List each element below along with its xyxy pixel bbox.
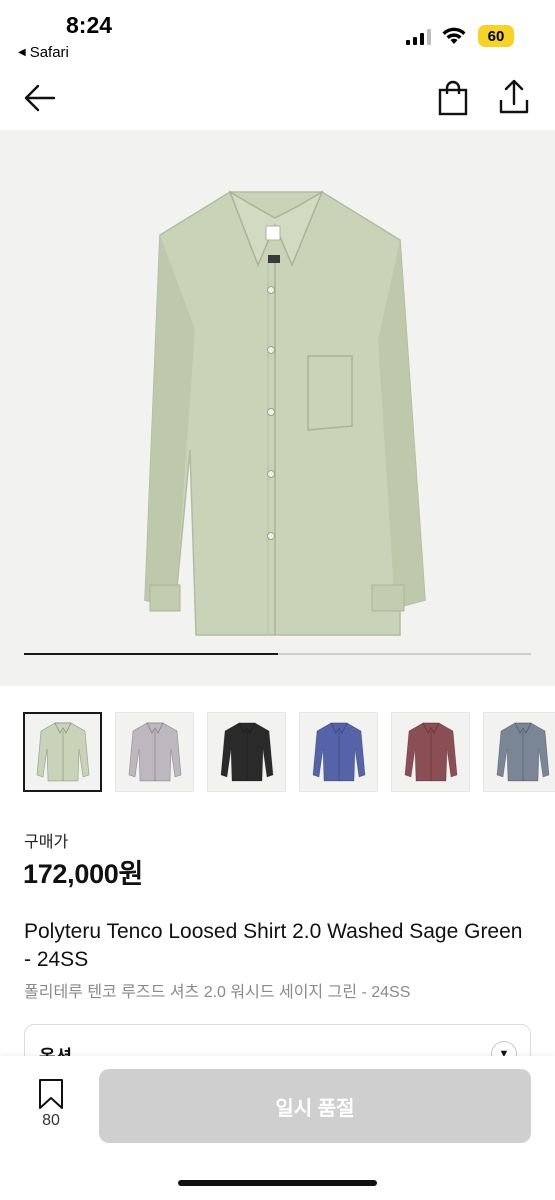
- battery-indicator: 60: [478, 25, 514, 47]
- color-thumbnail[interactable]: [483, 712, 555, 792]
- soldout-button[interactable]: 일시 품절: [99, 1069, 531, 1143]
- status-bar: 8:24 ◀ Safari 60: [0, 0, 555, 66]
- gallery-progress-bar: [24, 653, 531, 655]
- product-price: 172,000원: [23, 859, 144, 889]
- wifi-icon: [442, 27, 466, 44]
- gallery-progress-fill: [24, 653, 278, 655]
- shopping-bag-icon[interactable]: [436, 80, 470, 116]
- product-title-english: Polyteru Tenco Loosed Shirt 2.0 Washed S…: [24, 920, 523, 971]
- color-thumbnail-strip: [23, 712, 555, 792]
- arrow-left-icon[interactable]: [22, 80, 58, 116]
- top-nav-bar: [0, 66, 555, 130]
- color-thumbnail[interactable]: [23, 712, 102, 792]
- cellular-signal-icon: [406, 28, 431, 45]
- color-thumbnail[interactable]: [115, 712, 194, 792]
- color-thumbnail[interactable]: [299, 712, 378, 792]
- thumbnail-shirt-image: [496, 722, 549, 782]
- share-icon[interactable]: [497, 78, 531, 116]
- color-thumbnail[interactable]: [391, 712, 470, 792]
- product-main-image: [144, 190, 426, 636]
- color-thumbnail[interactable]: [207, 712, 286, 792]
- product-image-gallery[interactable]: [0, 130, 555, 686]
- thumbnail-shirt-image: [404, 722, 457, 782]
- back-app-label: Safari: [29, 44, 69, 61]
- thumbnail-shirt-image: [128, 722, 181, 782]
- status-time: 8:24: [66, 12, 113, 38]
- wishlist-count: 80: [42, 1112, 60, 1129]
- back-triangle-icon: ◀: [18, 47, 26, 58]
- price-label: 구매가: [24, 834, 69, 851]
- thumbnail-shirt-image: [36, 722, 89, 782]
- home-indicator: [178, 1180, 377, 1186]
- thumbnail-shirt-image: [220, 722, 273, 782]
- thumbnail-shirt-image: [312, 722, 365, 782]
- bottom-action-bar: 80 일시 품절: [0, 1056, 555, 1200]
- bookmark-icon: [39, 1079, 63, 1109]
- wishlist-button[interactable]: 80: [28, 1078, 74, 1134]
- back-to-app-link[interactable]: ◀ Safari: [18, 44, 69, 61]
- product-title-korean: 폴리테루 텐코 루즈드 셔츠 2.0 워시드 세이지 그린 - 24SS: [24, 984, 411, 1001]
